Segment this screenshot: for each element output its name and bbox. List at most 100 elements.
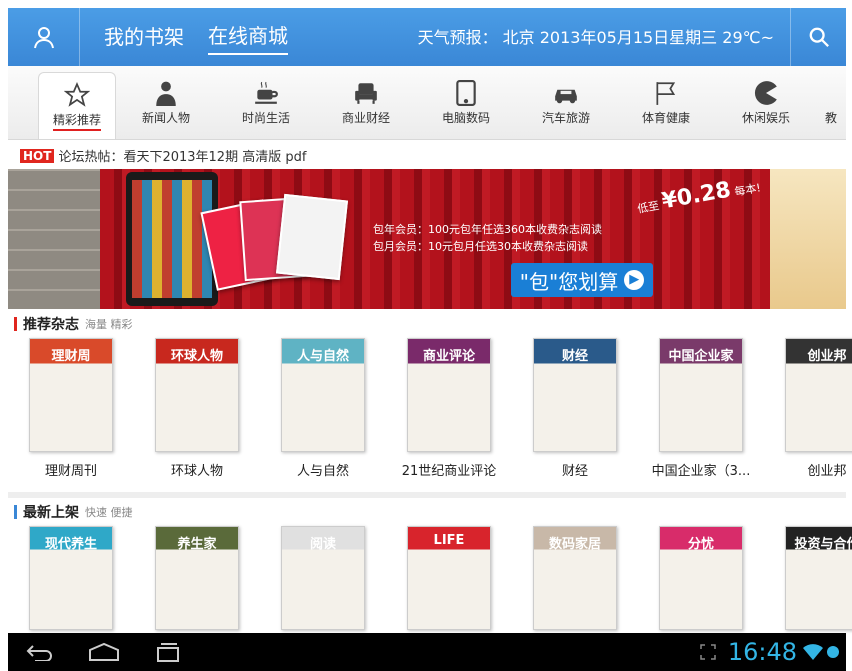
tab-bookshelf[interactable]: 我的书架 [104,21,184,54]
magazine-cover: 养生家 [155,526,239,630]
banner-next-slide [770,169,846,309]
magazine-cover-title: 养生家 [177,537,217,552]
magazine-cover: 理财周 [29,338,113,452]
banner-magazine-image [275,193,349,281]
armchair-icon [355,82,377,104]
category-education[interactable]: 教 [816,66,846,139]
magazine-cover: 阅读 [281,526,365,630]
magazine-item[interactable]: LIFE [386,526,512,630]
search-button[interactable] [790,8,846,66]
banner-tablet-image [126,172,218,306]
person-icon [156,81,176,106]
magazine-cover-title: LIFE [433,533,465,548]
magazine-item[interactable]: 投资与合作 [764,526,852,630]
home-button[interactable] [72,633,136,671]
category-strip: 精彩推荐 新闻人物 时尚生活 商业财经 电脑数码 汽车旅游 体育健康 休闲娱乐 … [8,66,846,140]
tablet-icon [456,79,476,106]
magazine-cover-title: 创业邦 [807,349,847,364]
section-recommended-header: 推荐杂志 海量 精彩 [14,314,133,334]
category-leisure[interactable]: 休闲娱乐 [716,66,816,139]
search-icon [809,27,829,47]
category-business[interactable]: 商业财经 [316,66,416,139]
clock-time: 16:48 [727,638,797,666]
magazine-item[interactable]: 人与自然 人与自然 [260,338,386,479]
magazine-item[interactable]: 创业邦 创业邦 [764,338,852,479]
magazine-cover: 商业评论 [407,338,491,452]
magazine-cover: 人与自然 [281,338,365,452]
back-button[interactable] [8,633,72,671]
magazine-cover: 数码家居 [533,526,617,630]
magazine-cover-title: 中国企业家 [668,349,734,364]
magazine-cover: 中国企业家 [659,338,743,452]
wifi-icon [803,644,823,660]
magazine-title: 中国企业家（3... [651,464,751,479]
category-featured[interactable]: 精彩推荐 [38,72,116,139]
user-icon [33,27,54,49]
magazine-item[interactable]: 分忧 [638,526,764,630]
star-icon [64,82,90,107]
promo-banner[interactable]: 包年会员：100元包年任选360本收费杂志阅读 包月会员：10元包月任选30本收… [8,169,846,309]
magazine-cover: LIFE [407,526,491,630]
category-fashion-life[interactable]: 时尚生活 [216,66,316,139]
battery-icon [827,646,839,658]
arrow-right-icon: ▶ [624,270,645,290]
category-sports[interactable]: 体育健康 [616,66,716,139]
fullscreen-icon [700,644,716,660]
magazine-title: 环球人物 [170,464,223,479]
user-button[interactable] [8,8,80,66]
magazine-item[interactable]: 阅读 [260,526,386,630]
banner-wall-image [8,169,100,309]
magazine-cover-title: 数码家居 [548,537,601,552]
magazine-item[interactable]: 中国企业家中国企业家（3... [638,338,764,479]
section-divider [8,492,846,498]
magazine-item[interactable]: 环球人物 环球人物 [134,338,260,479]
magazine-cover-title: 人与自然 [296,349,349,364]
category-news-people[interactable]: 新闻人物 [116,66,216,139]
recent-apps-icon [157,643,179,662]
system-nav-bar: 16:48 [8,633,846,671]
status-area[interactable]: 16:48 [700,638,846,666]
magazine-item[interactable]: 财经 财经 [512,338,638,479]
magazine-cover: 财经 [533,338,617,452]
magazine-title: 理财周刊 [44,464,97,479]
magazine-cover-title: 现代养生 [44,537,97,552]
magazine-item[interactable]: 数码家居 [512,526,638,630]
magazine-item[interactable]: 现代养生 [8,526,134,630]
magazine-cover-title: 商业评论 [422,349,475,364]
magazine-item[interactable]: 商业评论 21世纪商业评论 [386,338,512,479]
magazine-cover: 投资与合作 [785,526,852,630]
tab-online-store[interactable]: 在线商城 [208,20,288,55]
recent-apps-button[interactable] [136,633,200,671]
magazine-item[interactable]: 养生家 [134,526,260,630]
banner-cta-button[interactable]: "包"您划算 ▶ [511,263,653,297]
magazine-title: 21世纪商业评论 [401,464,497,479]
category-auto-travel[interactable]: 汽车旅游 [516,66,616,139]
magazine-item[interactable]: 理财周 理财周刊 [8,338,134,479]
newest-row: 现代养生 养生家 阅读 LIFE 数码家居 分忧 投资与合作 [8,526,852,630]
hot-topic[interactable]: HOT 论坛热帖：看天下2013年12期 高清版 pdf [20,146,306,165]
magazine-title: 创业邦 [807,464,847,479]
magazine-cover-title: 投资与合作 [794,537,852,552]
magazine-cover-title: 分忧 [687,537,714,552]
hot-badge: HOT [20,148,55,163]
weather-text: 天气预报： 北京 2013年05月15日星期三 29℃~ [417,28,774,47]
category-digital[interactable]: 电脑数码 [416,66,516,139]
magazine-title: 财经 [561,464,588,479]
top-bar: 我的书架 在线商城 天气预报： 北京 2013年05月15日星期三 29℃~ [8,8,846,66]
hot-topic-text: 论坛热帖：看天下2013年12期 高清版 pdf [58,150,307,165]
home-icon [89,642,119,661]
pacman-icon [754,80,777,105]
magazine-cover: 环球人物 [155,338,239,452]
magazine-cover-title: 财经 [561,349,588,364]
car-icon [555,89,577,103]
magazine-cover-title: 理财周 [51,349,91,364]
back-icon [26,645,52,661]
magazine-cover-title: 环球人物 [170,349,223,364]
section-newest-header: 最新上架 快速 便捷 [14,502,133,522]
magazine-title: 人与自然 [296,464,349,479]
magazine-cover: 创业邦 [785,338,852,452]
recommended-row: 理财周 理财周刊 环球人物 环球人物 人与自然 人与自然 商业评论 21世纪商业评论 财经 财经中… [8,338,852,479]
magazine-cover: 现代养生 [29,526,113,630]
coffee-icon [255,81,278,104]
magazine-cover-title: 阅读 [309,537,336,552]
